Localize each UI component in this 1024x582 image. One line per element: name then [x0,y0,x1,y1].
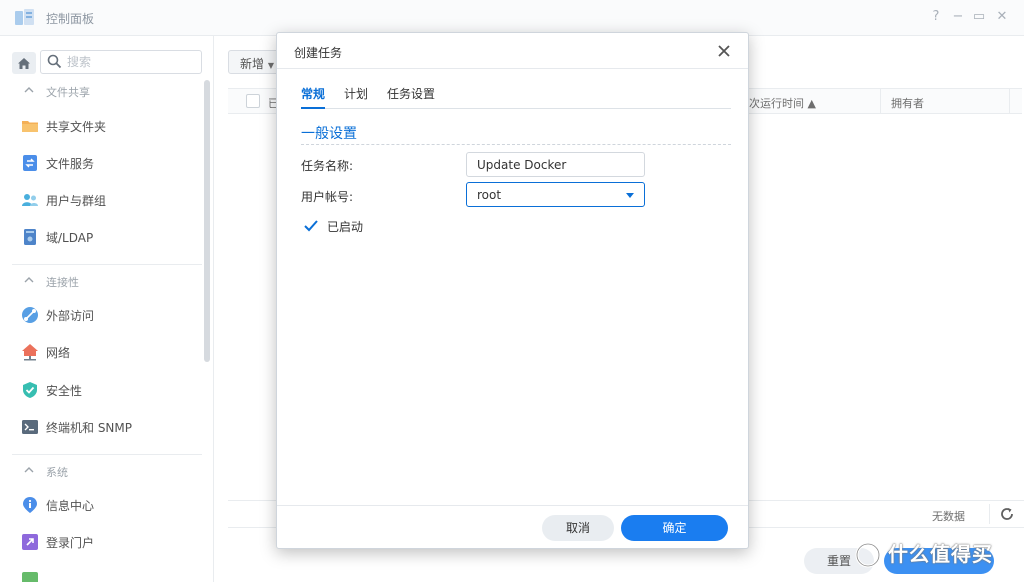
dialog-footer-divider [277,505,748,506]
enabled-label: 已启动 [327,220,364,234]
section-title: 一般设置 [301,126,357,142]
dialog-tabs: 常规 计划 任务设置 [301,83,731,109]
user-account-label: 用户帐号: [301,190,354,204]
enabled-checkbox[interactable] [303,218,319,234]
section-divider [301,144,731,145]
dropdown-caret-icon [626,193,634,198]
cancel-button[interactable]: 取消 [542,515,614,541]
tab-schedule[interactable]: 计划 [344,85,368,109]
create-task-dialog: 创建任务 常规 计划 任务设置 一般设置 任务名称: 用户帐号: root 已启… [276,32,749,549]
user-account-value: root [477,188,502,202]
dialog-header-divider [277,68,748,69]
task-name-input[interactable] [466,152,645,177]
close-icon[interactable] [717,44,731,58]
dialog-title: 创建任务 [294,46,343,60]
task-name-label: 任务名称: [301,159,354,173]
tab-task-settings[interactable]: 任务设置 [387,85,435,109]
user-account-select[interactable]: root [466,182,645,207]
tab-general[interactable]: 常规 [301,85,326,109]
ok-button[interactable]: 确定 [621,515,728,541]
